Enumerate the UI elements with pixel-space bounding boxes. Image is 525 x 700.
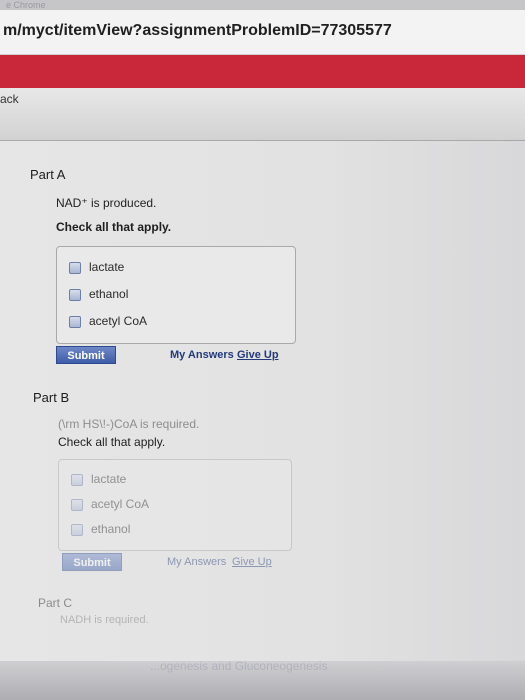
- part-b-instruction: Check all that apply.: [58, 435, 166, 449]
- navigation-bar: ack: [0, 88, 525, 141]
- part-b-title: Part B: [33, 390, 70, 405]
- checkbox[interactable]: [69, 262, 81, 274]
- part-a-options-box: lactate ethanol acetyl CoA: [56, 246, 296, 344]
- assignment-content: Part A NAD⁺ is produced. Check all that …: [0, 141, 525, 661]
- footer-section: ...ogenesis and Gluconeogenesis: [0, 659, 525, 700]
- option-label: ethanol: [91, 522, 131, 536]
- option-label: acetyl CoA: [91, 497, 150, 511]
- tab-title-fragment: e Chrome: [6, 0, 46, 10]
- footer-text: ...ogenesis and Gluconeogenesis: [150, 659, 328, 673]
- checkbox[interactable]: [71, 499, 83, 511]
- checkbox[interactable]: [69, 289, 81, 301]
- part-a-my-answers-link[interactable]: My Answers: [170, 349, 234, 361]
- part-b-give-up-link[interactable]: Give Up: [232, 556, 272, 568]
- url-text[interactable]: m/myct/itemView?assignmentProblemID=7730…: [3, 22, 392, 40]
- site-header-bar: [0, 55, 525, 88]
- option-label: lactate: [89, 260, 125, 274]
- address-bar[interactable]: m/myct/itemView?assignmentProblemID=7730…: [0, 10, 525, 55]
- option-label: ethanol: [89, 287, 129, 301]
- checkbox[interactable]: [71, 474, 83, 486]
- browser-tab-strip: e Chrome: [0, 0, 525, 10]
- part-c-prompt: NADH is required.: [60, 614, 149, 626]
- option-label: lactate: [91, 472, 127, 486]
- part-c-title: Part C: [38, 596, 73, 610]
- part-b-prompt: (\rm HS\!-)CoA is required.: [58, 417, 200, 431]
- back-link[interactable]: ack: [0, 92, 19, 106]
- part-a-give-up-link[interactable]: Give Up: [237, 349, 279, 361]
- part-b-options-box: lactate acetyl CoA ethanol: [58, 459, 292, 551]
- option-label: acetyl CoA: [89, 314, 148, 328]
- checkbox[interactable]: [71, 524, 83, 536]
- part-a-submit-button[interactable]: Submit: [56, 346, 116, 364]
- part-b-my-answers-link[interactable]: My Answers: [167, 556, 226, 568]
- part-a-instruction: Check all that apply.: [56, 220, 172, 234]
- part-a-title: Part A: [30, 167, 66, 182]
- part-a-prompt: NAD⁺ is produced.: [56, 196, 157, 210]
- checkbox[interactable]: [69, 316, 81, 328]
- part-b-submit-button[interactable]: Submit: [62, 553, 122, 571]
